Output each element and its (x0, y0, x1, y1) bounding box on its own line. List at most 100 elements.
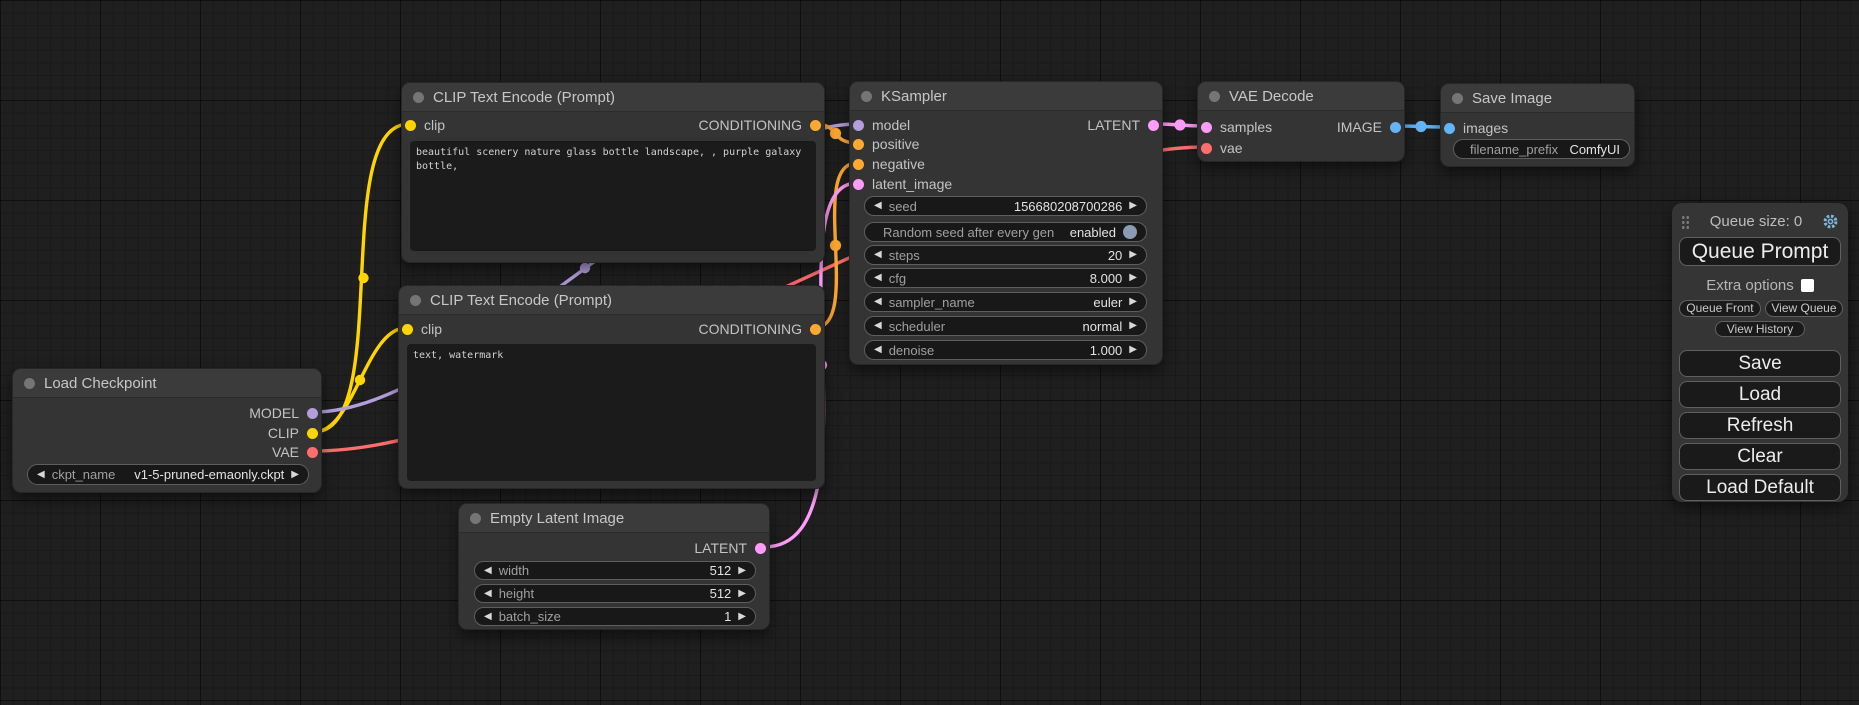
increment-arrow-icon[interactable]: ▶ (1129, 297, 1137, 307)
node-title-bar[interactable]: KSampler (850, 82, 1162, 111)
collapse-dot-icon[interactable] (861, 91, 872, 102)
increment-arrow-icon[interactable]: ▶ (738, 589, 746, 599)
collapse-dot-icon[interactable] (470, 513, 481, 524)
node-title-bar[interactable]: CLIP Text Encode (Prompt) (399, 286, 824, 315)
ckpt-name-widget[interactable]: ◀ ckpt_name v1-5-pruned-emaonly.ckpt ▶ (27, 464, 309, 485)
denoise-widget[interactable]: ◀ denoise 1.000 ▶ (864, 340, 1147, 360)
link-dot[interactable] (1174, 119, 1185, 130)
queue-front-button[interactable]: Queue Front (1679, 300, 1761, 317)
positive-input-port[interactable] (853, 139, 864, 150)
node-title: Save Image (1472, 90, 1552, 107)
drag-handle-icon[interactable] (1681, 215, 1690, 229)
latent-image-input-port[interactable] (853, 179, 864, 190)
conditioning-output-port[interactable] (810, 324, 821, 335)
save-button[interactable]: Save (1679, 350, 1841, 377)
collapse-dot-icon[interactable] (24, 378, 35, 389)
collapse-dot-icon[interactable] (410, 295, 421, 306)
node-title: CLIP Text Encode (Prompt) (430, 292, 612, 309)
increment-arrow-icon[interactable]: ▶ (291, 470, 299, 480)
link-dot[interactable] (830, 240, 841, 251)
node-title-bar[interactable]: Load Checkpoint (13, 369, 321, 398)
model-output-port[interactable] (307, 408, 318, 419)
node-title-bar[interactable]: VAE Decode (1198, 82, 1404, 111)
output-slot-clip: CLIP (13, 423, 321, 443)
decrement-arrow-icon[interactable]: ◀ (484, 589, 492, 599)
node-title-bar[interactable]: Empty Latent Image (459, 504, 769, 533)
node-title-bar[interactable]: Save Image (1441, 84, 1634, 113)
steps-widget[interactable]: ◀ steps 20 ▶ (864, 245, 1147, 265)
clear-button[interactable]: Clear (1679, 443, 1841, 470)
samples-input-port[interactable] (1201, 122, 1212, 133)
increment-arrow-icon[interactable]: ▶ (738, 566, 746, 576)
decrement-arrow-icon[interactable]: ◀ (37, 470, 45, 480)
increment-arrow-icon[interactable]: ▶ (1129, 345, 1137, 355)
node-empty-latent-image[interactable]: Empty Latent Image LATENT ◀ width 512 ▶ … (458, 503, 770, 630)
collapse-dot-icon[interactable] (413, 92, 424, 103)
link-dot[interactable] (580, 263, 590, 273)
decrement-arrow-icon[interactable]: ◀ (484, 566, 492, 576)
node-save-image[interactable]: Save Image images filename_prefix ComfyU… (1440, 83, 1635, 167)
link-dot[interactable] (355, 375, 365, 385)
collapse-dot-icon[interactable] (1452, 93, 1463, 104)
increment-arrow-icon[interactable]: ▶ (1129, 250, 1137, 260)
vae-input-port[interactable] (1201, 143, 1212, 154)
prompt-textarea[interactable]: beautiful scenery nature glass bottle la… (410, 141, 816, 251)
increment-arrow-icon[interactable]: ▶ (738, 612, 746, 622)
increment-arrow-icon[interactable]: ▶ (1129, 321, 1137, 331)
node-load-checkpoint[interactable]: Load Checkpoint MODEL CLIP VAE ◀ ckpt_na… (12, 368, 322, 493)
link-dot[interactable] (358, 273, 368, 283)
model-input-port[interactable] (853, 120, 864, 131)
settings-gear-icon[interactable] (1822, 213, 1839, 230)
collapse-dot-icon[interactable] (1209, 91, 1220, 102)
comfyui-canvas[interactable]: { "colors": { "model": "#B39DDB", "clip"… (0, 0, 1859, 705)
decrement-arrow-icon[interactable]: ◀ (874, 345, 882, 355)
toggle-icon[interactable] (1123, 225, 1137, 239)
link-dot[interactable] (1415, 121, 1426, 132)
clip-output-port[interactable] (307, 428, 318, 439)
conditioning-output-port[interactable] (810, 120, 821, 131)
image-output-port[interactable] (1390, 122, 1401, 133)
node-clip-text-encode-negative[interactable]: CLIP Text Encode (Prompt) clip CONDITION… (398, 285, 825, 489)
random-seed-widget[interactable]: Random seed after every gen enabled (864, 222, 1147, 242)
queue-prompt-button[interactable]: Queue Prompt (1679, 237, 1841, 266)
extra-options-checkbox[interactable] (1801, 279, 1814, 292)
widget-value[interactable]: v1-5-pruned-emaonly.ckpt (134, 467, 284, 482)
scheduler-widget[interactable]: ◀ scheduler normal ▶ (864, 316, 1147, 336)
vae-output-port[interactable] (307, 447, 318, 458)
view-queue-button[interactable]: View Queue (1765, 300, 1843, 317)
seed-widget[interactable]: ◀ seed 156680208700286 ▶ (864, 196, 1147, 216)
output-slot-latent: LATENT (459, 538, 769, 558)
increment-arrow-icon[interactable]: ▶ (1129, 201, 1137, 211)
node-title: VAE Decode (1229, 88, 1314, 105)
decrement-arrow-icon[interactable]: ◀ (874, 250, 882, 260)
images-input-port[interactable] (1444, 123, 1455, 134)
clip-input-port[interactable] (405, 120, 416, 131)
filename-prefix-widget[interactable]: filename_prefix ComfyUI (1453, 139, 1630, 159)
width-widget[interactable]: ◀ width 512 ▶ (474, 561, 756, 580)
view-history-button[interactable]: View History (1715, 321, 1805, 337)
refresh-button[interactable]: Refresh (1679, 412, 1841, 439)
batch-size-widget[interactable]: ◀ batch_size 1 ▶ (474, 607, 756, 626)
clip-input-port[interactable] (402, 324, 413, 335)
node-clip-text-encode-positive[interactable]: CLIP Text Encode (Prompt) clip CONDITION… (401, 82, 825, 263)
link-dot[interactable] (830, 128, 841, 139)
increment-arrow-icon[interactable]: ▶ (1129, 273, 1137, 283)
decrement-arrow-icon[interactable]: ◀ (874, 297, 882, 307)
sampler-name-widget[interactable]: ◀ sampler_name euler ▶ (864, 292, 1147, 312)
input-slot-negative: negative (850, 154, 1162, 174)
latent-output-port[interactable] (755, 543, 766, 554)
node-vae-decode[interactable]: VAE Decode samples IMAGE vae (1197, 81, 1405, 162)
decrement-arrow-icon[interactable]: ◀ (874, 273, 882, 283)
node-title-bar[interactable]: CLIP Text Encode (Prompt) (402, 83, 824, 112)
node-ksampler[interactable]: KSampler model LATENT positive negative … (849, 81, 1163, 365)
decrement-arrow-icon[interactable]: ◀ (874, 201, 882, 211)
load-button[interactable]: Load (1679, 381, 1841, 408)
decrement-arrow-icon[interactable]: ◀ (874, 321, 882, 331)
decrement-arrow-icon[interactable]: ◀ (484, 612, 492, 622)
cfg-widget[interactable]: ◀ cfg 8.000 ▶ (864, 268, 1147, 288)
load-default-button[interactable]: Load Default (1679, 474, 1841, 501)
prompt-textarea[interactable]: text, watermark (407, 344, 816, 481)
negative-input-port[interactable] (853, 159, 864, 170)
latent-output-port[interactable] (1148, 120, 1159, 131)
height-widget[interactable]: ◀ height 512 ▶ (474, 584, 756, 603)
